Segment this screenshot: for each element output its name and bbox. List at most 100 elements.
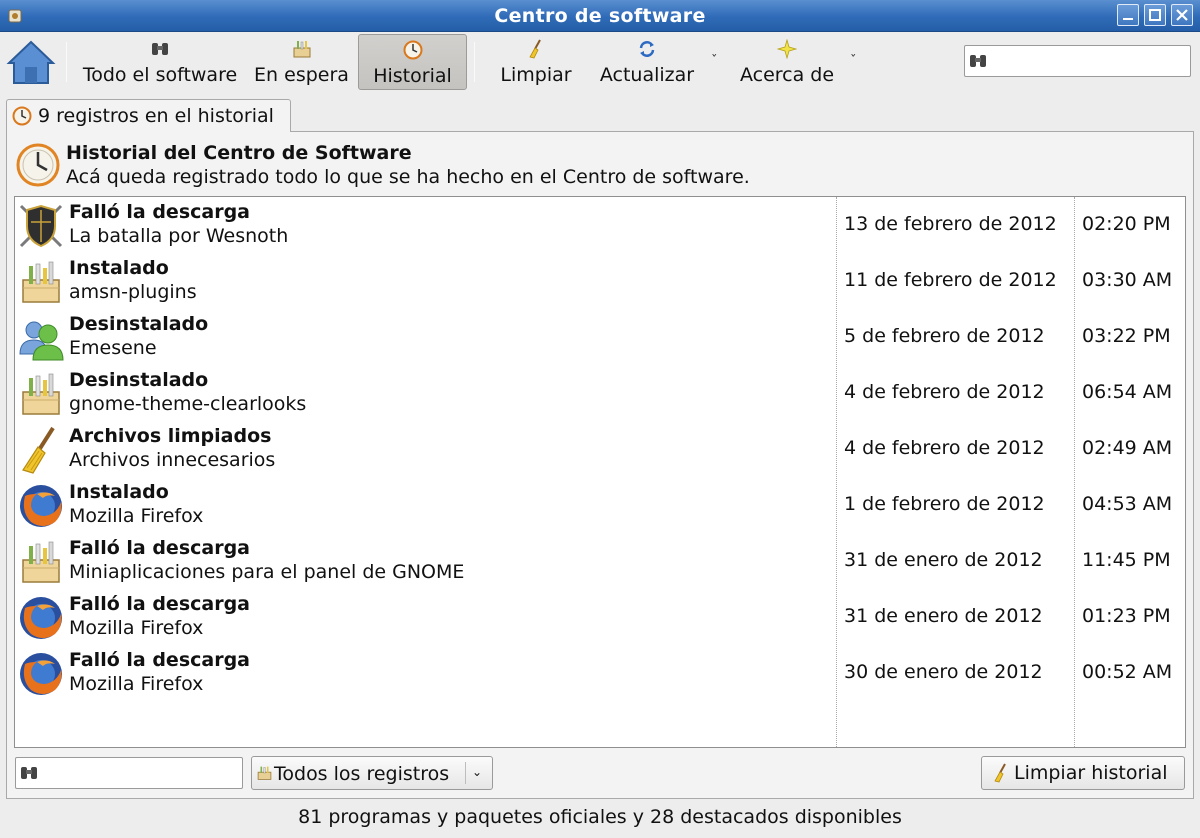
clear-history-button[interactable]: Limpiar historial (981, 756, 1185, 790)
toolbar-pending-label: En espera (254, 64, 349, 86)
tab-label: 9 registros en el historial (38, 105, 274, 127)
toolbar-all-software[interactable]: Todo el software (75, 34, 245, 90)
toolbar-search-input[interactable] (964, 45, 1191, 77)
star-icon (777, 39, 797, 59)
history-item-name: Mozilla Firefox (69, 673, 204, 695)
tab-history-records[interactable]: 9 registros en el historial (6, 99, 291, 132)
history-status: Instalado (69, 257, 169, 279)
clear-history-label: Limpiar historial (1014, 762, 1168, 784)
table-row[interactable]: Falló la descarga Mozilla Firefox 31 de en… (15, 589, 1185, 645)
package-icon (17, 370, 65, 418)
history-item-name: Archivos innecesarios (69, 449, 276, 471)
firefox-icon (17, 650, 65, 698)
history-time: 03:30 AM (1082, 269, 1173, 291)
history-status: Archivos limpiados (69, 425, 272, 447)
toolbar: Todo el software En espera Historial Lim… (0, 32, 1200, 92)
history-date: 31 de enero de 2012 (844, 605, 1043, 627)
clock-icon (403, 40, 422, 60)
history-item-name: amsn-plugins (69, 281, 197, 303)
table-row[interactable]: Instalado amsn-plugins 11 de febrero de 20… (15, 253, 1185, 309)
package-icon (17, 258, 65, 306)
history-search-input[interactable] (15, 757, 243, 789)
history-date: 4 de febrero de 2012 (844, 437, 1045, 459)
toolbar-clean[interactable]: Limpiar (491, 34, 581, 90)
table-row[interactable]: Desinstalado Emesene 5 de febrero de 2012 0… (15, 309, 1185, 365)
toolbar-all-software-label: Todo el software (82, 64, 238, 86)
binoculars-icon (21, 767, 37, 779)
broom-icon (17, 426, 65, 474)
history-date: 31 de enero de 2012 (844, 549, 1043, 571)
history-date: 4 de febrero de 2012 (844, 381, 1045, 403)
history-item-name: Mozilla Firefox (69, 617, 204, 639)
toolbar-about[interactable]: Acerca de (731, 34, 843, 90)
history-item-name: Mozilla Firefox (69, 505, 204, 527)
history-date: 30 de enero de 2012 (844, 661, 1043, 683)
table-row[interactable]: Falló la descarga Mozilla Firefox 30 de en… (15, 645, 1185, 701)
history-item-name: gnome-theme-clearlooks (69, 393, 307, 415)
history-date: 13 de febrero de 2012 (844, 213, 1057, 235)
package-icon (17, 538, 65, 586)
minimize-button[interactable] (1117, 4, 1139, 26)
history-item-name: Emesene (69, 337, 157, 359)
history-list[interactable]: Falló la descarga La batalla por Wesnoth 1… (14, 196, 1186, 748)
chevron-down-icon: ⌄ (472, 765, 483, 779)
table-row[interactable]: Falló la descarga Miniaplicaciones para e… (15, 533, 1185, 589)
maximize-icon (1149, 9, 1161, 21)
page-subtitle: Acá queda registrado todo lo que se ha h… (66, 166, 750, 188)
toolbar-about-label: Acerca de (739, 64, 835, 86)
history-time: 11:45 PM (1082, 549, 1171, 571)
shield-icon (17, 202, 65, 250)
history-item-name: La batalla por Wesnoth (69, 225, 289, 247)
history-time: 01:23 PM (1082, 605, 1171, 627)
package-icon (257, 766, 272, 780)
page-title: Historial del Centro de Software (66, 142, 412, 164)
toolbar-separator (66, 42, 67, 82)
maximize-button[interactable] (1144, 4, 1166, 26)
toolbar-separator (474, 42, 475, 82)
about-menu-arrow[interactable]: ˇ (850, 54, 857, 69)
history-date: 1 de febrero de 2012 (844, 493, 1045, 515)
table-row[interactable]: Instalado Mozilla Firefox 1 de febrero de … (15, 477, 1185, 533)
history-time: 00:52 AM (1082, 661, 1173, 683)
history-status: Desinstalado (69, 369, 209, 391)
history-time: 04:53 AM (1082, 493, 1173, 515)
firefox-icon (17, 482, 65, 530)
history-status: Falló la descarga (69, 201, 251, 223)
minimize-icon (1123, 18, 1133, 20)
window-title: Centro de software (494, 5, 706, 27)
history-time: 02:20 PM (1082, 213, 1171, 235)
refresh-icon (639, 41, 655, 57)
history-status: Falló la descarga (69, 593, 251, 615)
broom-icon (994, 763, 1006, 783)
toolbar-update[interactable]: Actualizar (591, 34, 703, 90)
history-status: Instalado (69, 481, 169, 503)
history-item-name: Miniaplicaciones para el panel de GNOME (69, 561, 465, 583)
table-row[interactable]: Archivos limpiados Archivos innecesarios 4… (15, 421, 1185, 477)
toolbar-history[interactable]: Historial (358, 34, 467, 90)
toolbar-pending[interactable]: En espera (248, 34, 355, 90)
package-icon (293, 41, 310, 58)
clock-icon (12, 106, 32, 126)
status-bar: 81 programas y paquetes oficiales y 28 d… (0, 804, 1200, 834)
history-time: 06:54 AM (1082, 381, 1173, 403)
home-button[interactable] (5, 34, 57, 90)
close-button[interactable] (1171, 4, 1193, 26)
toolbar-history-label: Historial (373, 65, 452, 87)
binoculars-icon (970, 55, 986, 67)
table-row[interactable]: Falló la descarga La batalla por Wesnoth 1… (15, 197, 1185, 253)
users-icon (17, 314, 65, 362)
close-icon (1176, 9, 1188, 21)
update-menu-arrow[interactable]: ˇ (711, 54, 718, 69)
binoculars-icon (152, 43, 168, 55)
title-bar: Centro de software (0, 0, 1200, 32)
history-time: 02:49 AM (1082, 437, 1173, 459)
history-time: 03:22 PM (1082, 325, 1171, 347)
combo-divider (465, 762, 466, 784)
status-text: 81 programas y paquetes oficiales y 28 d… (298, 806, 902, 828)
home-icon (6, 40, 56, 84)
history-status: Falló la descarga (69, 537, 251, 559)
firefox-icon (17, 594, 65, 642)
toolbar-update-label: Actualizar (599, 64, 695, 86)
table-row[interactable]: Desinstalado gnome-theme-clearlooks 4 de f… (15, 365, 1185, 421)
records-filter-select[interactable]: Todos los registros ⌄ (251, 756, 493, 790)
